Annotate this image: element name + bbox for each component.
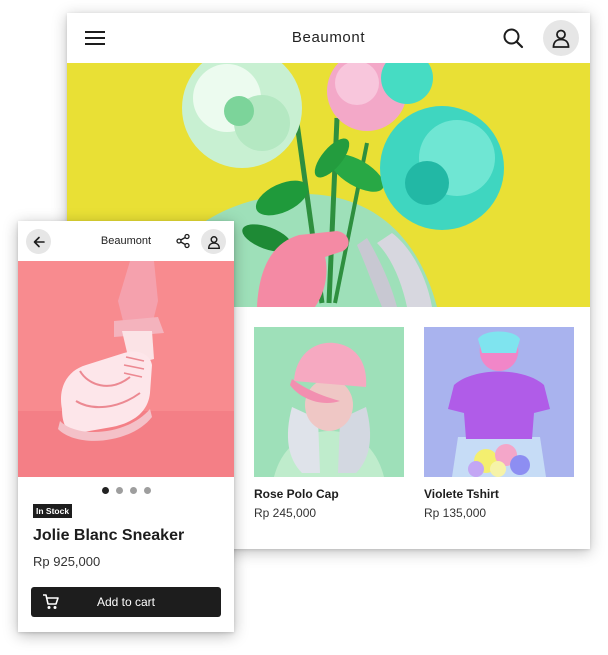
sneaker-photo [18,261,234,477]
share-icon[interactable] [175,233,191,249]
product-card[interactable]: Violete Tshirt Rp 135,000 [424,327,574,520]
product-image[interactable] [254,327,404,477]
product-image[interactable] [424,327,574,477]
carousel-dot[interactable] [101,487,109,494]
mobile-product-preview: Beaumont In Stock Jolie Blanc Sneaker Rp… [18,221,234,632]
product-price: Rp 925,000 [33,554,101,569]
product-name[interactable]: Violete Tshirt [424,487,574,501]
carousel-dot[interactable] [115,487,123,494]
brand-title: Beaumont [100,235,152,247]
account-button[interactable] [201,229,226,254]
add-to-cart-label: Add to cart [96,595,156,609]
hamburger-menu-icon[interactable] [84,27,106,49]
user-icon [207,235,220,249]
carousel-dot[interactable] [129,487,137,494]
violet-tshirt-photo [424,327,574,477]
carousel-dot[interactable] [143,487,151,494]
stock-status-badge: In Stock [33,504,73,518]
image-carousel-indicator [18,487,234,494]
search-icon[interactable] [501,26,525,50]
arrow-left-icon [33,236,45,247]
product-name[interactable]: Rose Polo Cap [254,487,404,501]
product-main-image[interactable] [18,261,234,477]
back-button[interactable] [26,229,51,254]
product-price: Rp 135,000 [424,506,487,520]
account-button[interactable] [543,20,579,56]
product-name: Jolie Blanc Sneaker [33,527,185,544]
user-icon [552,29,570,48]
product-price: Rp 245,000 [254,506,317,520]
mobile-header: Beaumont [18,221,234,261]
add-to-cart-button[interactable]: Add to cart [31,587,221,617]
product-card[interactable]: Rose Polo Cap Rp 245,000 [254,327,404,520]
pink-cap-photo [254,327,404,477]
desktop-header: Beaumont [67,13,590,63]
